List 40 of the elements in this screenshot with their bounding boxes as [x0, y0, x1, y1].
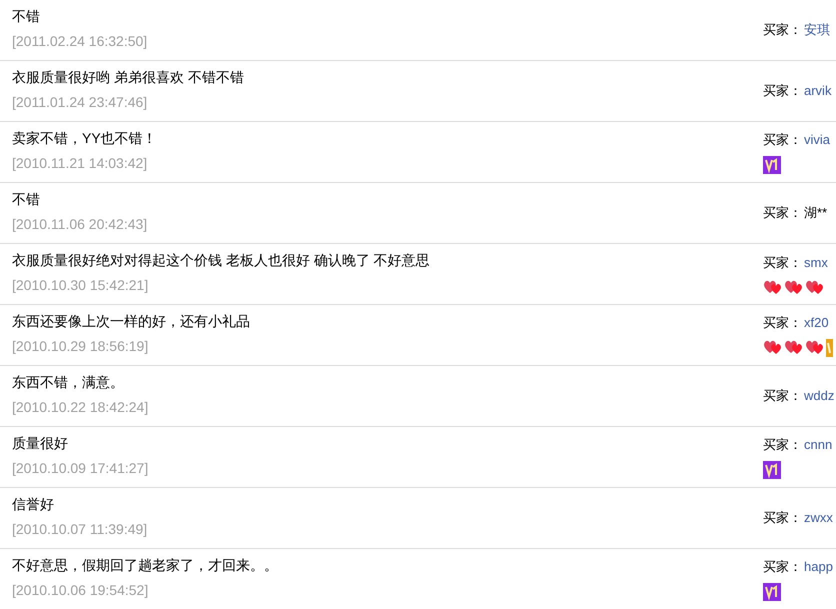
buyer-label: 买家： [763, 21, 802, 40]
buyer-name-link[interactable]: vivia [804, 130, 830, 150]
buyer-name-link[interactable]: wddz [804, 386, 834, 406]
buyer-name-link[interactable]: arvik [804, 81, 832, 101]
buyer-name-link[interactable]: zwxx [804, 508, 833, 528]
review-comment: 不错 [12, 7, 41, 25]
review-date: [2010.11.21 14:03:42] [12, 154, 148, 172]
buyer-label: 买家： [763, 204, 802, 222]
review-comment: 信誉好 [12, 495, 55, 513]
review-date: [2010.10.09 17:41:27] [12, 459, 150, 477]
review-comment: 质量很好 [12, 434, 69, 452]
buyer-label: 买家： [763, 131, 802, 150]
review-comment: 衣服质量很好绝对对得起这个价钱 老板人也很好 确认晚了 不好意思 [12, 251, 431, 269]
review-comment: 东西还要像上次一样的好，还有小礼品 [12, 312, 251, 330]
buyer-label: 买家： [763, 558, 802, 576]
review-date: [2010.11.06 20:42:43] [12, 215, 148, 233]
review-date: [2010.10.22 18:42:24] [12, 398, 150, 416]
review-date: [2010.10.07 11:39:49] [12, 520, 148, 538]
buyer-label: 买家： [763, 254, 802, 272]
buyer-name-link[interactable]: xf20 [804, 313, 829, 333]
buyer-label: 买家： [763, 314, 802, 332]
review-comment: 衣服质量很好哟 弟弟很喜欢 不错不错 [12, 68, 245, 86]
review-date: [2010.10.30 15:42:21] [12, 276, 150, 294]
buyer-name-link[interactable]: 安琪 [804, 20, 830, 40]
buyer-label: 买家： [763, 436, 802, 454]
buyer-name-link[interactable]: cnnn [804, 435, 832, 455]
review-date: [2010.10.06 19:54:52] [12, 581, 150, 599]
buyer-name-link[interactable]: happ [804, 557, 833, 577]
review-date: [2011.02.24 16:32:50] [12, 32, 148, 50]
buyer-name: 湖** [804, 204, 828, 222]
review-date: [2010.10.29 18:56:19] [12, 337, 150, 355]
review-date: [2011.01.24 23:47:46] [12, 93, 148, 111]
review-comment: 不好意思，假期回了趟老家了，才回来。。 [12, 556, 279, 574]
review-comment: 卖家不错，YY也不错！ [12, 129, 158, 147]
buyer-label: 买家： [763, 509, 802, 528]
review-comment: 不错 [12, 190, 41, 208]
buyer-label: 买家： [763, 82, 802, 100]
review-comment: 东西不错，满意。 [12, 373, 125, 391]
buyer-label: 买家： [763, 387, 802, 406]
buyer-name-link[interactable]: smx [804, 253, 828, 273]
